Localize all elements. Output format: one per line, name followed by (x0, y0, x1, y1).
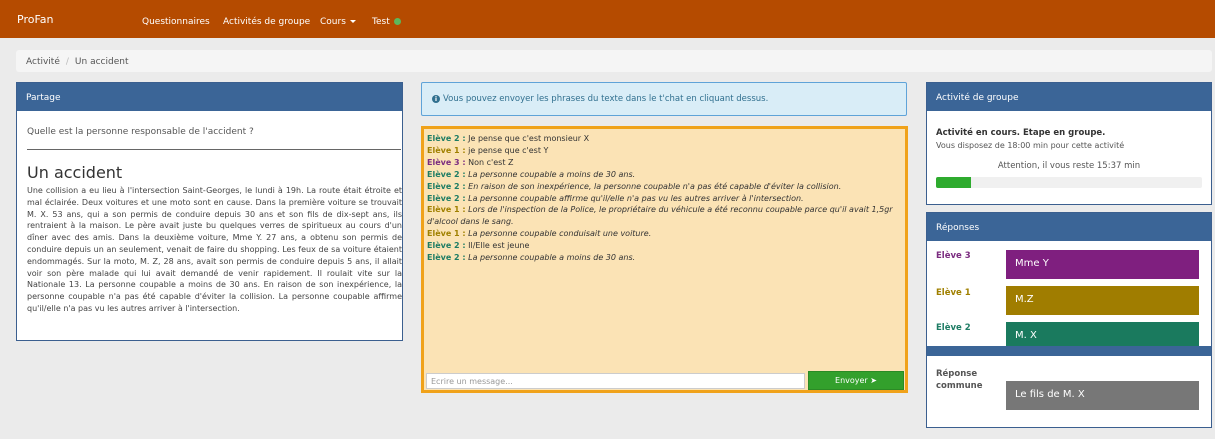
online-status-icon (393, 18, 401, 25)
brand-logo[interactable]: ProFan (17, 13, 53, 26)
chat-speaker: Elève 2 : (427, 181, 466, 191)
chat-message: Elève 2 : Je pense que c'est monsieur X (427, 133, 902, 145)
chat-message-text: En raison de son inexpérience, la person… (468, 181, 842, 191)
time-remaining: Attention, il vous reste 15:37 min (997, 161, 1141, 171)
chat-speaker: Elève 2 : (427, 193, 466, 203)
chat-message: Elève 1 : La personne coupable conduisai… (427, 228, 902, 240)
top-navbar: ProFan Questionnaires Activités de group… (0, 0, 1215, 38)
send-icon: ➤ (870, 376, 877, 385)
info-alert: i Vous pouvez envoyer les phrases du text… (421, 82, 907, 116)
common-response-label: Réponse commune (936, 369, 983, 391)
responses-heading: Réponses (927, 213, 1211, 241)
chat-message: Elève 3 : Non c'est Z (427, 157, 902, 169)
chat-speaker: Elève 1 : (427, 205, 466, 215)
chat-message-text: je pense que c'est Y (468, 145, 549, 155)
chat-message-text: La personne coupable affirme qu'il/elle … (468, 193, 804, 203)
breadcrumb-current: Un accident (74, 57, 129, 67)
time-progress-fill (936, 177, 971, 188)
chat-speaker: Elève 1 : (427, 145, 466, 155)
response-label-eleve1: Elève 1 (936, 288, 971, 298)
responses-panel: Réponses Elève 3 Mme Y Elève 1 M.Z Elève… (926, 212, 1212, 428)
chat-message: Elève 2 : Il/Elle est jeune (427, 240, 902, 252)
chat-message: Elève 1 : je pense que c'est Y (427, 145, 902, 157)
divider (27, 149, 401, 150)
chat-message-input[interactable]: Ecrire un message... (426, 373, 805, 389)
chat-message-text: La personne coupable a moins de 30 ans. (468, 169, 636, 179)
chat-speaker: Elève 2 : (427, 253, 466, 263)
response-value-eleve3: Mme Y (1006, 250, 1199, 279)
chat-speaker: Elève 2 : (427, 241, 466, 251)
chat-message-text: Lors de l'inspection de la Police, le pr… (427, 205, 893, 227)
activity-description: Vous disposez de 18:00 min pour cette ac… (936, 141, 1125, 150)
info-icon: i (432, 94, 440, 103)
nav-group-activities[interactable]: Activités de groupe (223, 17, 310, 27)
chat-message-text: Il/Elle est jeune (468, 241, 530, 251)
time-progress-bar (936, 177, 1202, 188)
responses-divider (927, 346, 1211, 356)
nav-courses-label: Cours (320, 17, 346, 27)
nav-courses-dropdown[interactable]: Cours (320, 17, 356, 27)
send-label: Envoyer (835, 376, 868, 385)
partage-heading: Partage (17, 83, 402, 111)
chat-messages: Elève 2 : Je pense que c'est monsieur XE… (427, 133, 902, 264)
chat-speaker: Elève 2 : (427, 134, 466, 143)
activity-panel: Activité de groupe Activité en cours. Et… (926, 82, 1212, 205)
chat-message: Elève 2 : La personne coupable a moins d… (427, 169, 902, 181)
activity-status: Activité en cours. Etape en groupe. (936, 128, 1106, 138)
chat-message: Elève 2 : La personne coupable a moins d… (427, 252, 902, 264)
story-text[interactable]: Une collision a eu lieu à l'intersection… (27, 185, 402, 315)
response-value-eleve1: M.Z (1006, 286, 1199, 315)
story-title: Un accident (27, 163, 123, 182)
nav-test[interactable]: Test (372, 17, 401, 27)
send-button[interactable]: Envoyer ➤ (808, 371, 904, 390)
breadcrumb: Activité / Un accident (16, 50, 1212, 72)
activity-heading: Activité de groupe (927, 83, 1211, 111)
breadcrumb-activity-link[interactable]: Activité (26, 57, 60, 67)
response-label-eleve2: Elève 2 (936, 323, 971, 333)
question-text: Quelle est la personne responsable de l'… (27, 127, 254, 137)
chat-message: Elève 2 : La personne coupable affirme q… (427, 193, 902, 205)
partage-panel: Partage Quelle est la personne responsab… (16, 82, 403, 341)
breadcrumb-separator: / (65, 57, 69, 67)
chat-message-text: Je pense que c'est monsieur X (468, 134, 590, 143)
chat-message: Elève 2 : En raison de son inexpérience,… (427, 181, 902, 193)
chat-message: Elève 1 : Lors de l'inspection de la Pol… (427, 204, 902, 228)
chat-message-text: La personne coupable a moins de 30 ans. (468, 253, 636, 263)
chat-speaker: Elève 1 : (427, 229, 466, 239)
response-label-eleve3: Elève 3 (936, 251, 971, 261)
chat-speaker: Elève 3 : (427, 157, 466, 167)
nav-test-label: Test (372, 17, 390, 27)
chat-message-text: Non c'est Z (468, 157, 514, 167)
chevron-down-icon (349, 20, 356, 23)
common-response-value: Le fils de M. X (1006, 381, 1199, 410)
chat-message-text: La personne coupable conduisait une voit… (468, 229, 652, 239)
chat-speaker: Elève 2 : (427, 169, 466, 179)
info-text: Vous pouvez envoyer les phrases du texte… (443, 94, 769, 104)
nav-questionnaires[interactable]: Questionnaires (142, 17, 210, 27)
chat-box: Elève 2 : Je pense que c'est monsieur XE… (421, 126, 908, 393)
